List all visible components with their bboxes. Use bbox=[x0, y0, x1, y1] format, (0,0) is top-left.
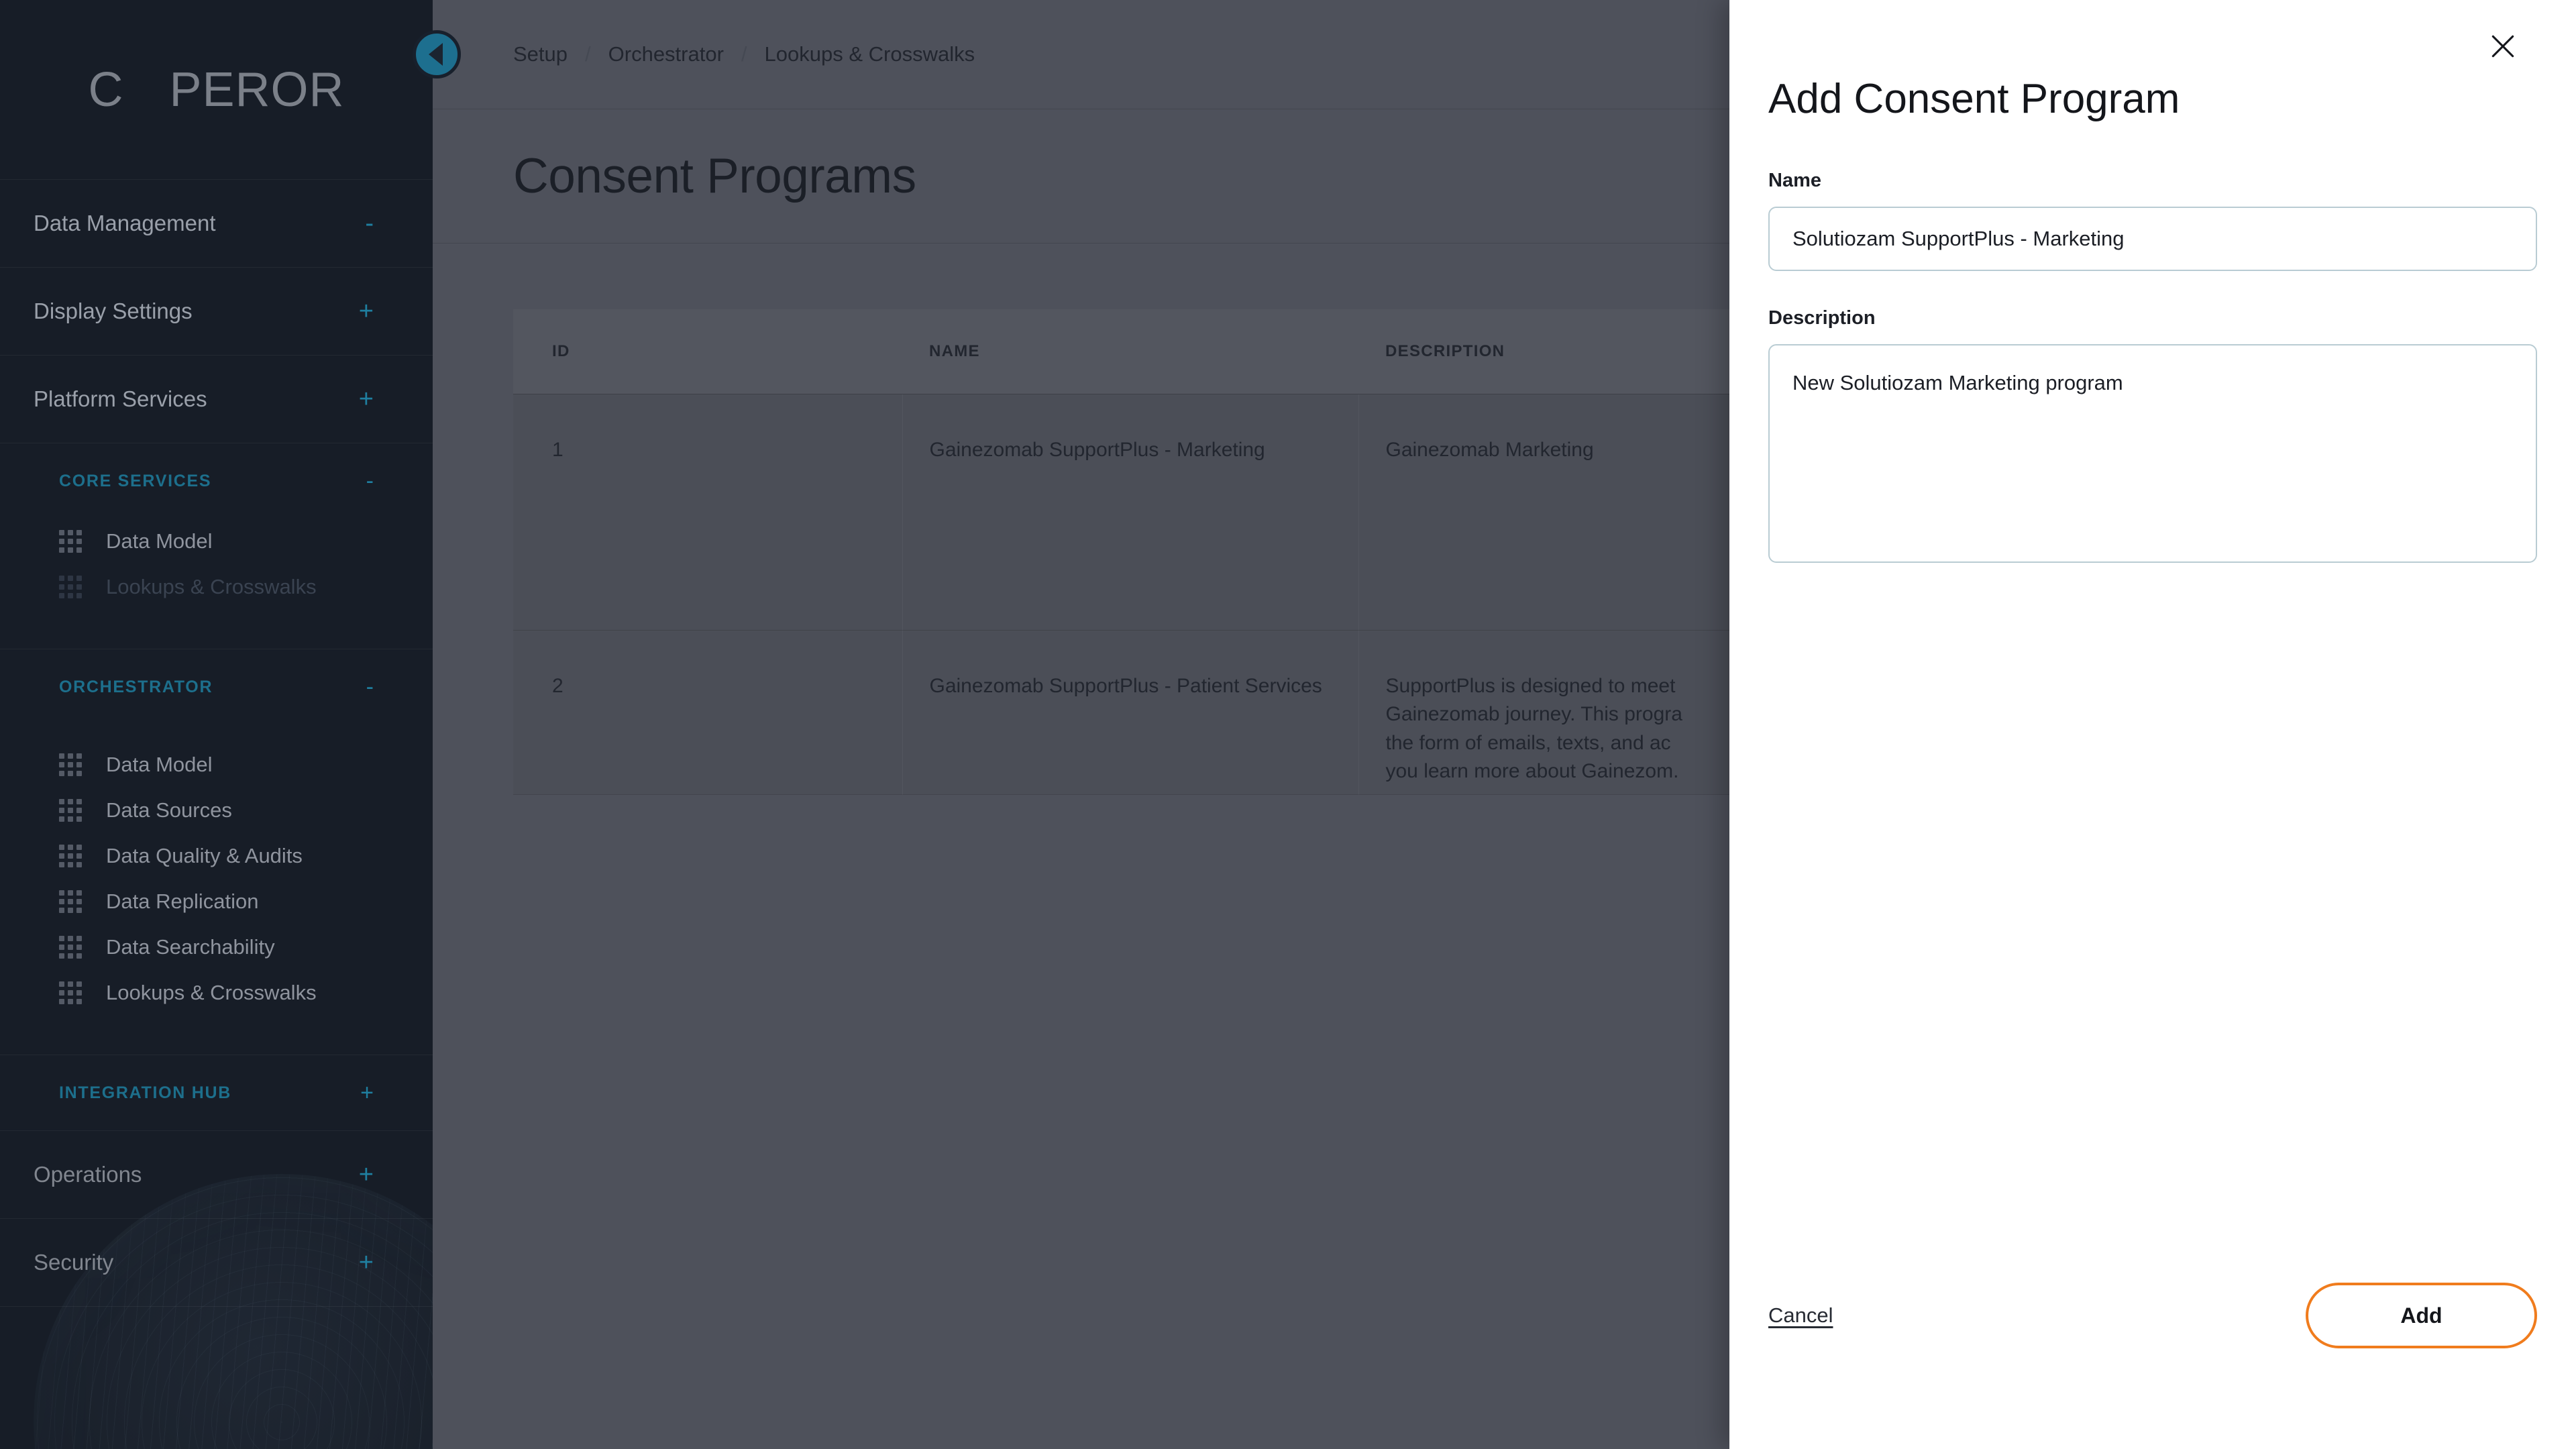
panel-form: Name Description New Solutiozam Marketin… bbox=[1729, 170, 2576, 602]
column-header-name[interactable]: NAME bbox=[902, 309, 1358, 394]
sidebar-item-orch-data-searchability[interactable]: Data Searchability bbox=[0, 924, 433, 970]
name-input[interactable] bbox=[1768, 207, 2537, 271]
sidebar-item-orch-data-replication[interactable]: Data Replication bbox=[0, 879, 433, 924]
app-root: C PEROR Data Management - Display Settin… bbox=[0, 0, 2576, 1449]
logo-text-before: C bbox=[88, 62, 124, 117]
name-label: Name bbox=[1768, 170, 1821, 191]
breadcrumb-item-setup[interactable]: Setup bbox=[513, 42, 568, 66]
add-button[interactable]: Add bbox=[2306, 1283, 2537, 1348]
sidebar-subheading-orchestrator[interactable]: ORCHESTRATOR - bbox=[0, 649, 433, 724]
cell-name: Gainezomab SupportPlus - Patient Service… bbox=[902, 630, 1359, 795]
sidebar-item-core-lookups-crosswalks[interactable]: Lookups & Crosswalks bbox=[0, 564, 433, 610]
sidebar-item-label: Lookups & Crosswalks bbox=[106, 575, 317, 598]
cell-id: 1 bbox=[513, 394, 903, 631]
sidebar-item-label: Data Model bbox=[106, 753, 213, 776]
sidebar-item-label: Operations bbox=[34, 1162, 142, 1187]
sidebar-group-security: Security + bbox=[0, 1219, 433, 1307]
sidebar-subheading-core-services[interactable]: CORE SERVICES - bbox=[0, 443, 433, 519]
collapse-minus-icon[interactable]: - bbox=[365, 211, 374, 236]
sidebar-item-orch-lookups-crosswalks[interactable]: Lookups & Crosswalks bbox=[0, 970, 433, 1016]
breadcrumb-separator: / bbox=[585, 42, 591, 66]
sidebar-item-label: Display Settings bbox=[34, 299, 193, 323]
close-button[interactable] bbox=[2482, 25, 2524, 67]
sidebar-section-orchestrator: ORCHESTRATOR - Data Model Data Sources D… bbox=[0, 649, 433, 1055]
description-textarea[interactable]: New Solutiozam Marketing program bbox=[1768, 344, 2537, 563]
cell-name: Gainezomab SupportPlus - Marketing bbox=[902, 394, 1359, 631]
sidebar-item-orch-data-sources[interactable]: Data Sources bbox=[0, 788, 433, 833]
sidebar-item-label: Data Replication bbox=[106, 890, 259, 913]
sidebar-item-label: Lookups & Crosswalks bbox=[106, 981, 317, 1004]
sidebar-item-label: Data Model bbox=[106, 529, 213, 553]
chevron-left-icon bbox=[428, 43, 443, 66]
sidebar-group-data-management: Data Management - bbox=[0, 180, 433, 268]
collapse-minus-icon[interactable]: - bbox=[366, 470, 374, 492]
sidebar-nav: Data Management - Display Settings + Pla… bbox=[0, 180, 433, 1307]
sidebar-section-integration-hub: INTEGRATION HUB + bbox=[0, 1055, 433, 1131]
sidebar-subheading-label: CORE SERVICES bbox=[59, 471, 212, 490]
sidebar-item-security[interactable]: Security + bbox=[0, 1219, 433, 1306]
sidebar-subheading-label: ORCHESTRATOR bbox=[59, 677, 213, 696]
sidebar-item-operations[interactable]: Operations + bbox=[0, 1131, 433, 1218]
sidebar-item-label: Data Sources bbox=[106, 798, 232, 822]
sidebar-item-label: Data Quality & Audits bbox=[106, 844, 303, 867]
panel-title: Add Consent Program bbox=[1768, 76, 2180, 122]
sidebar-item-label: Security bbox=[34, 1250, 114, 1275]
sidebar-subheading-integration-hub[interactable]: INTEGRATION HUB + bbox=[0, 1055, 433, 1130]
expand-plus-icon[interactable]: + bbox=[360, 1081, 374, 1104]
grid-icon bbox=[59, 890, 82, 913]
expand-plus-icon[interactable]: + bbox=[359, 299, 374, 324]
expand-plus-icon[interactable]: + bbox=[359, 1250, 374, 1275]
panel-footer: Cancel Add bbox=[1729, 1283, 2576, 1449]
logo-text-after: PEROR bbox=[169, 62, 345, 117]
sidebar-item-orch-data-model[interactable]: Data Model bbox=[0, 742, 433, 788]
sidebar-item-display-settings[interactable]: Display Settings + bbox=[0, 268, 433, 355]
breadcrumb-item-lookups-crosswalks[interactable]: Lookups & Crosswalks bbox=[765, 42, 975, 66]
sidebar-group-operations: Operations + bbox=[0, 1131, 433, 1219]
sidebar-item-orch-data-quality-audits[interactable]: Data Quality & Audits bbox=[0, 833, 433, 879]
breadcrumb-item-orchestrator[interactable]: Orchestrator bbox=[608, 42, 724, 66]
sidebar-collapse-button[interactable] bbox=[413, 30, 461, 78]
sidebar-group-display-settings: Display Settings + bbox=[0, 268, 433, 356]
grid-icon bbox=[59, 845, 82, 867]
grid-icon bbox=[59, 799, 82, 822]
expand-plus-icon[interactable]: + bbox=[359, 386, 374, 412]
sidebar-item-core-data-model[interactable]: Data Model bbox=[0, 519, 433, 564]
collapse-minus-icon[interactable]: - bbox=[366, 676, 374, 698]
sidebar-section-core-services: CORE SERVICES - Data Model Lookups & Cro… bbox=[0, 443, 433, 649]
sidebar: C PEROR Data Management - Display Settin… bbox=[0, 0, 433, 1449]
sidebar-item-label: Data Searchability bbox=[106, 935, 275, 959]
grid-icon bbox=[59, 530, 82, 553]
field-name: Name bbox=[1768, 170, 2537, 271]
field-description: Description New Solutiozam Marketing pro… bbox=[1768, 307, 2537, 566]
sidebar-item-label: Platform Services bbox=[34, 386, 207, 411]
sidebar-item-data-management[interactable]: Data Management - bbox=[0, 180, 433, 267]
grid-icon bbox=[59, 936, 82, 959]
description-label: Description bbox=[1768, 307, 1876, 329]
column-header-id[interactable]: ID bbox=[513, 309, 902, 394]
grid-icon bbox=[59, 981, 82, 1004]
close-icon bbox=[2491, 35, 2514, 58]
expand-plus-icon[interactable]: + bbox=[359, 1162, 374, 1187]
add-consent-program-panel: Add Consent Program Name Description New… bbox=[1729, 0, 2576, 1449]
grid-icon bbox=[59, 576, 82, 598]
brand-logo[interactable]: C PEROR bbox=[0, 0, 433, 180]
sidebar-group-platform-services: Platform Services + bbox=[0, 356, 433, 443]
breadcrumb-separator: / bbox=[741, 42, 747, 66]
sidebar-item-label: Data Management bbox=[34, 211, 216, 235]
sidebar-subheading-label: INTEGRATION HUB bbox=[59, 1083, 231, 1102]
logo-ring-icon bbox=[125, 68, 168, 111]
cell-id: 2 bbox=[513, 630, 903, 795]
sidebar-item-platform-services[interactable]: Platform Services + bbox=[0, 356, 433, 443]
cancel-button[interactable]: Cancel bbox=[1768, 1303, 1833, 1328]
grid-icon bbox=[59, 753, 82, 776]
page-title: Consent Programs bbox=[513, 149, 916, 203]
